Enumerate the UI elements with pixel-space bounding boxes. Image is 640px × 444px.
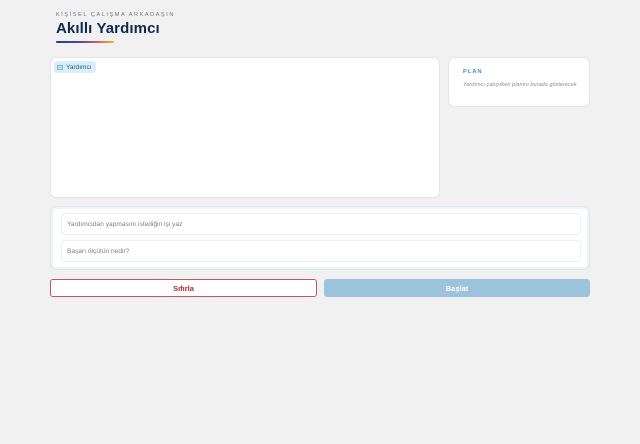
plan-empty-text: Yardımcı çalışırken planını burada göste… bbox=[463, 82, 577, 88]
title-underline bbox=[56, 41, 114, 43]
assistant-chip-label: Yardımcı bbox=[66, 63, 92, 71]
chat-panel: Yardımcı bbox=[50, 57, 440, 198]
task-form bbox=[50, 206, 590, 270]
assistant-chip: Yardımcı bbox=[54, 61, 96, 73]
header-eyebrow: KİŞİSEL ÇALIŞMA ARKADAŞIN bbox=[56, 12, 175, 18]
reset-button[interactable]: Sıfırla bbox=[50, 279, 317, 297]
success-criteria-input[interactable] bbox=[61, 240, 581, 262]
task-input[interactable] bbox=[61, 213, 581, 235]
plan-panel: PLAN Yardımcı çalışırken planını burada … bbox=[448, 57, 590, 107]
bot-icon bbox=[57, 64, 63, 70]
app-root: KİŞİSEL ÇALIŞMA ARKADAŞIN Akıllı Yardımc… bbox=[0, 0, 640, 444]
page-title: Akıllı Yardımcı bbox=[56, 20, 160, 37]
plan-title: PLAN bbox=[463, 69, 483, 75]
start-button[interactable]: Başlat bbox=[324, 279, 590, 297]
